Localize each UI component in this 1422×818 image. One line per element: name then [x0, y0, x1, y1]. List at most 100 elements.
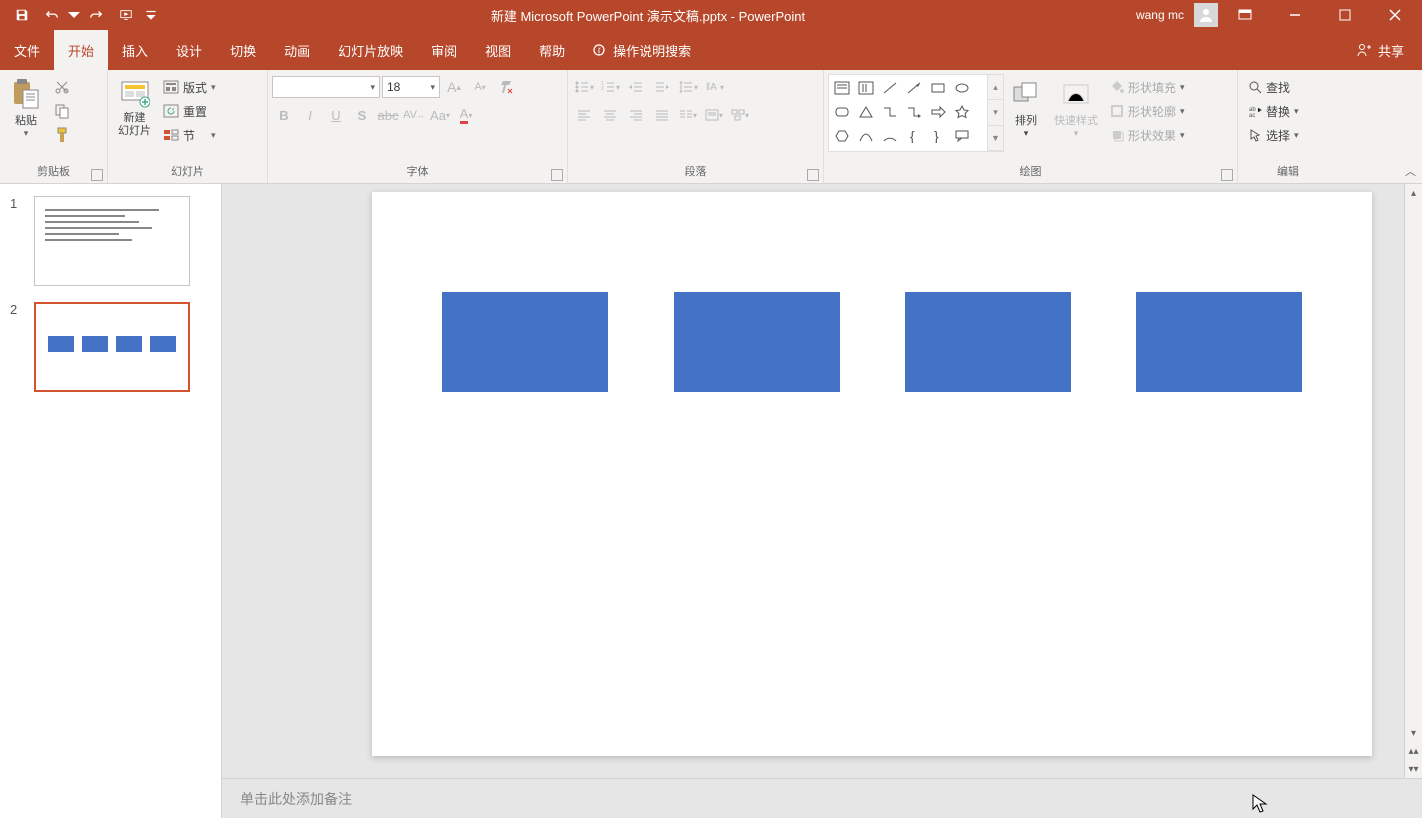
line-spacing-button[interactable]: ▾: [676, 76, 700, 98]
reset-button[interactable]: 重置: [159, 100, 220, 122]
qat-customize-button[interactable]: [142, 1, 160, 29]
slide-thumbnail-panel[interactable]: 1 2: [0, 184, 222, 818]
undo-button[interactable]: [38, 1, 66, 29]
shape-outline-button[interactable]: 形状轮廓▾: [1106, 100, 1189, 122]
shape-triangle-icon[interactable]: [855, 101, 877, 123]
shapes-gallery-scroll[interactable]: ▴▾▼: [988, 74, 1004, 152]
thumbnail-1[interactable]: 1: [0, 192, 221, 298]
quick-styles-button[interactable]: 快速样式▾: [1048, 74, 1104, 143]
numbering-button[interactable]: 12▾: [598, 76, 622, 98]
increase-font-button[interactable]: A▴: [442, 76, 466, 98]
notes-pane[interactable]: 单击此处添加备注: [222, 778, 1422, 818]
font-name-combo[interactable]: ▾: [272, 76, 380, 98]
clipboard-dialog-launcher[interactable]: [91, 169, 103, 181]
share-button[interactable]: 共享: [1338, 30, 1422, 70]
increase-indent-button[interactable]: [650, 76, 674, 98]
shape-rightarrow-icon[interactable]: [927, 101, 949, 123]
shape-line-icon[interactable]: [879, 77, 901, 99]
shape-rectangle-icon[interactable]: [927, 77, 949, 99]
tab-view[interactable]: 视图: [471, 30, 525, 70]
paragraph-dialog-launcher[interactable]: [807, 169, 819, 181]
shape-brace-left-icon[interactable]: {: [903, 125, 925, 147]
thumbnail-preview-1[interactable]: [34, 196, 190, 286]
prev-slide-button[interactable]: ▴▴: [1405, 742, 1422, 760]
shape-rectangle-1[interactable]: [442, 292, 608, 392]
scroll-up-button[interactable]: ▴: [1405, 184, 1422, 202]
canvas-scroll-area[interactable]: [222, 184, 1422, 778]
italic-button[interactable]: I: [298, 104, 322, 126]
user-avatar[interactable]: [1194, 3, 1218, 27]
collapse-ribbon-button[interactable]: ︿: [1405, 163, 1416, 179]
shape-hexagon-icon[interactable]: [831, 125, 853, 147]
justify-button[interactable]: [650, 104, 674, 126]
underline-button[interactable]: U: [324, 104, 348, 126]
redo-button[interactable]: [82, 1, 110, 29]
decrease-indent-button[interactable]: [624, 76, 648, 98]
shape-fill-button[interactable]: 形状填充▾: [1106, 76, 1189, 98]
smartart-button[interactable]: ▾: [728, 104, 752, 126]
layout-button[interactable]: 版式▾: [159, 76, 220, 98]
drawing-dialog-launcher[interactable]: [1221, 169, 1233, 181]
tab-file[interactable]: 文件: [0, 30, 54, 70]
decrease-font-button[interactable]: A▾: [468, 76, 492, 98]
undo-dropdown[interactable]: [68, 1, 80, 29]
font-dialog-launcher[interactable]: [551, 169, 563, 181]
font-color-button[interactable]: A▾: [454, 104, 478, 126]
shape-brace-right-icon[interactable]: }: [927, 125, 949, 147]
tell-me-search[interactable]: 操作说明搜索: [579, 30, 703, 70]
align-right-button[interactable]: [624, 104, 648, 126]
arrange-button[interactable]: 排列▾: [1004, 74, 1048, 143]
shape-rectangle-4[interactable]: [1136, 292, 1302, 392]
shape-connector-icon[interactable]: [879, 101, 901, 123]
paste-button[interactable]: 粘贴 ▾: [4, 74, 48, 143]
align-center-button[interactable]: [598, 104, 622, 126]
clear-formatting-button[interactable]: [494, 76, 518, 98]
character-spacing-button[interactable]: AV↔: [402, 104, 426, 126]
bold-button[interactable]: B: [272, 104, 296, 126]
section-button[interactable]: 节▾: [159, 124, 220, 146]
tab-review[interactable]: 审阅: [417, 30, 471, 70]
slide-canvas[interactable]: [372, 192, 1372, 756]
shapes-gallery[interactable]: { }: [828, 74, 988, 152]
thumbnail-preview-2[interactable]: [34, 302, 190, 392]
shape-callout-icon[interactable]: [951, 125, 973, 147]
new-slide-button[interactable]: 新建 幻灯片: [112, 74, 157, 142]
next-slide-button[interactable]: ▾▾: [1405, 760, 1422, 778]
align-text-button[interactable]: ▾: [702, 104, 726, 126]
tab-animations[interactable]: 动画: [270, 30, 324, 70]
change-case-button[interactable]: Aa▾: [428, 104, 452, 126]
thumbnail-2[interactable]: 2: [0, 298, 221, 404]
tab-transitions[interactable]: 切换: [216, 30, 270, 70]
scroll-down-button[interactable]: ▾: [1405, 724, 1422, 742]
shape-rectangle-2[interactable]: [674, 292, 840, 392]
align-left-button[interactable]: [572, 104, 596, 126]
shape-oval-icon[interactable]: [951, 77, 973, 99]
shadow-button[interactable]: S: [350, 104, 374, 126]
maximize-button[interactable]: [1322, 0, 1368, 30]
format-painter-button[interactable]: [50, 124, 74, 146]
ribbon-display-options-button[interactable]: [1222, 0, 1268, 30]
font-size-combo[interactable]: 18▾: [382, 76, 440, 98]
close-button[interactable]: [1372, 0, 1418, 30]
replace-button[interactable]: abac替换▾: [1244, 100, 1303, 122]
vertical-scrollbar[interactable]: ▴ ▾ ▴▴ ▾▾: [1404, 184, 1422, 778]
shape-effects-button[interactable]: 形状效果▾: [1106, 124, 1189, 146]
tab-insert[interactable]: 插入: [108, 30, 162, 70]
tab-home[interactable]: 开始: [54, 30, 108, 70]
bullets-button[interactable]: ▾: [572, 76, 596, 98]
columns-button[interactable]: ▾: [676, 104, 700, 126]
user-name[interactable]: wang mc: [1136, 8, 1184, 22]
shape-curve-icon[interactable]: [855, 125, 877, 147]
select-button[interactable]: 选择▾: [1244, 124, 1303, 146]
minimize-button[interactable]: [1272, 0, 1318, 30]
start-from-beginning-button[interactable]: [112, 1, 140, 29]
shape-arc-icon[interactable]: [879, 125, 901, 147]
text-direction-button[interactable]: ‖A▾: [702, 76, 726, 98]
save-button[interactable]: [8, 1, 36, 29]
shape-rectangle-3[interactable]: [905, 292, 1071, 392]
shape-textbox-icon[interactable]: [831, 77, 853, 99]
tab-help[interactable]: 帮助: [525, 30, 579, 70]
shape-vtextbox-icon[interactable]: [855, 77, 877, 99]
tab-design[interactable]: 设计: [162, 30, 216, 70]
tab-slideshow[interactable]: 幻灯片放映: [324, 30, 417, 70]
